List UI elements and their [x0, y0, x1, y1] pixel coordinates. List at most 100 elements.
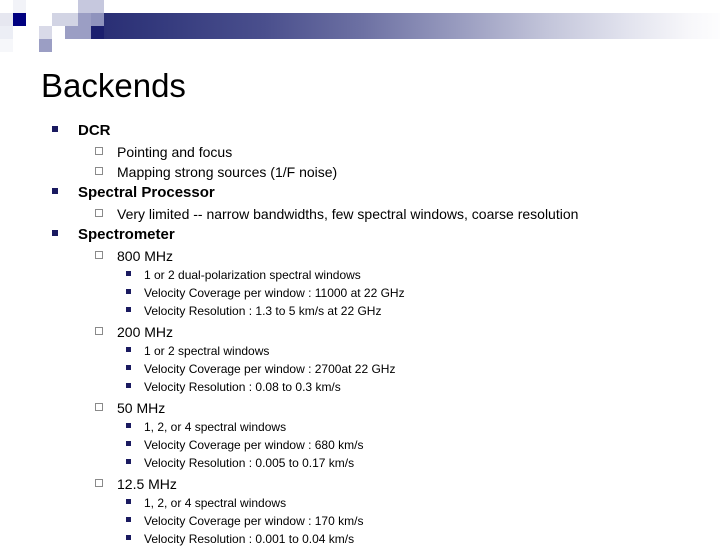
decor-square: [39, 13, 52, 26]
bullet-l3-label: 1, 2, or 4 spectral windows: [144, 496, 287, 510]
bullet-l3-label: Velocity Coverage per window : 170 km/s: [144, 514, 364, 528]
bullet-l1-spectral-processor: Spectral Processor: [0, 182, 720, 203]
decor-square: [78, 13, 91, 26]
bullet-l2-label: Pointing and focus: [117, 144, 233, 160]
spectrometer-mode-list: 800 MHz 1 or 2 dual-polarization spectral…: [0, 246, 720, 550]
bullet-square-filled-icon: [126, 436, 137, 454]
decor-square: [13, 39, 26, 52]
bullet-l3-detail: Velocity Resolution : 1.3 to 5 km/s at 2…: [0, 302, 720, 320]
decor-square: [91, 39, 104, 52]
decor-square: [65, 39, 78, 52]
decor-square: [0, 0, 13, 13]
slide-body: DCR Pointing and focus Mapping strong so…: [0, 120, 720, 550]
bullet-l3-detail: Velocity Coverage per window : 680 km/s: [0, 436, 720, 454]
bullet-l3-detail: 1 or 2 dual-polarization spectral window…: [0, 266, 720, 284]
bullet-square-filled-icon: [126, 360, 137, 378]
bullet-square-hollow-icon: [95, 474, 108, 494]
decor-square: [65, 0, 78, 13]
bullet-l3-label: Velocity Resolution : 1.3 to 5 km/s at 2…: [144, 304, 382, 318]
bullet-l3-label: Velocity Coverage per window : 2700at 22…: [144, 362, 396, 376]
bullet-square-hollow-icon: [95, 246, 108, 266]
bullet-l3-label: Velocity Resolution : 0.08 to 0.3 km/s: [144, 380, 341, 394]
bullet-l3-detail: Velocity Coverage per window : 170 km/s: [0, 512, 720, 530]
bullet-l3-detail: 1 or 2 spectral windows: [0, 342, 720, 360]
bullet-square-filled-icon: [126, 530, 137, 548]
bullet-l3-label: Velocity Coverage per window : 680 km/s: [144, 438, 364, 452]
bullet-l3-label: Velocity Coverage per window : 11000 at …: [144, 286, 405, 300]
bullet-l3-label: Velocity Resolution : 0.001 to 0.04 km/s: [144, 532, 355, 546]
decor-square: [26, 39, 39, 52]
bullet-l1-label: DCR: [78, 122, 111, 139]
bullet-l2-very-limited: Very limited -- narrow bandwidths, few s…: [0, 204, 720, 224]
decor-square: [39, 26, 52, 39]
bullet-square-hollow-icon: [95, 204, 108, 224]
bullet-l2-pointing-and-focus: Pointing and focus: [0, 142, 720, 162]
decor-square: [0, 39, 13, 52]
bullet-l1-label: Spectral Processor: [78, 184, 215, 201]
slide-header-decoration: [0, 0, 720, 52]
decor-square: [78, 26, 91, 39]
decor-square: [52, 13, 65, 26]
bullet-l3-detail: 1, 2, or 4 spectral windows: [0, 494, 720, 512]
bullet-square-hollow-icon: [95, 398, 108, 418]
decor-square: [52, 26, 65, 39]
decor-square: [52, 0, 65, 13]
decor-square: [39, 39, 52, 52]
bullet-square-filled-icon: [126, 494, 137, 512]
decor-square: [78, 39, 91, 52]
bullet-l2-label: 50 MHz: [117, 400, 166, 416]
bullet-square-filled-icon: [52, 182, 66, 203]
decor-square: [91, 26, 104, 39]
bullet-square-filled-icon: [126, 418, 137, 436]
bullet-l2-bandwidth: 800 MHz: [0, 246, 720, 266]
decor-square: [78, 0, 91, 13]
decor-square: [13, 13, 26, 26]
bullet-l3-label: 1, 2, or 4 spectral windows: [144, 420, 287, 434]
bullet-l3-detail: Velocity Coverage per window : 2700at 22…: [0, 360, 720, 378]
bullet-square-filled-icon: [126, 266, 137, 284]
decor-square: [0, 13, 13, 26]
bullet-square-hollow-icon: [95, 142, 108, 162]
slide-title: Backends: [41, 67, 186, 104]
header-gradient-bar: [104, 13, 720, 39]
decor-square: [26, 26, 39, 39]
decor-square: [26, 0, 39, 13]
bullet-square-filled-icon: [126, 284, 137, 302]
decor-square: [65, 26, 78, 39]
bullet-l2-bandwidth: 12.5 MHz: [0, 474, 720, 494]
bullet-square-filled-icon: [126, 302, 137, 320]
bullet-l3-detail: 1, 2, or 4 spectral windows: [0, 418, 720, 436]
bullet-l3-detail: Velocity Resolution : 0.001 to 0.04 km/s: [0, 530, 720, 548]
bullet-l1-dcr: DCR: [0, 120, 720, 141]
bullet-square-filled-icon: [126, 454, 137, 472]
bullet-l3-label: 1 or 2 dual-polarization spectral window…: [144, 268, 361, 282]
decor-square: [13, 26, 26, 39]
bullet-l3-detail: Velocity Resolution : 0.08 to 0.3 km/s: [0, 378, 720, 396]
bullet-l2-label: Very limited -- narrow bandwidths, few s…: [117, 206, 579, 222]
decor-square: [91, 13, 104, 26]
bullet-l3-detail: Velocity Coverage per window : 11000 at …: [0, 284, 720, 302]
bullet-square-filled-icon: [52, 224, 66, 245]
bullet-l2-bandwidth: 50 MHz: [0, 398, 720, 418]
decor-square: [13, 0, 26, 13]
bullet-l2-mapping-strong-sources: Mapping strong sources (1/F noise): [0, 162, 720, 182]
decor-square: [26, 13, 39, 26]
bullet-l3-label: 1 or 2 spectral windows: [144, 344, 270, 358]
decor-square: [39, 0, 52, 13]
bullet-square-hollow-icon: [95, 162, 108, 182]
bullet-l2-bandwidth: 200 MHz: [0, 322, 720, 342]
bullet-square-filled-icon: [52, 120, 66, 141]
bullet-l2-label: 200 MHz: [117, 324, 174, 340]
bullet-square-filled-icon: [126, 512, 137, 530]
bullet-l2-label: 12.5 MHz: [117, 476, 177, 492]
bullet-l1-label: Spectrometer: [78, 226, 175, 243]
bullet-square-hollow-icon: [95, 322, 108, 342]
bullet-l2-label: Mapping strong sources (1/F noise): [117, 164, 338, 180]
bullet-l1-spectrometer: Spectrometer: [0, 224, 720, 245]
bullet-l2-label: 800 MHz: [117, 248, 174, 264]
bullet-square-filled-icon: [126, 342, 137, 360]
bullet-square-filled-icon: [126, 378, 137, 396]
bullet-l3-detail: Velocity Resolution : 0.005 to 0.17 km/s: [0, 454, 720, 472]
decor-square: [65, 13, 78, 26]
decor-square: [52, 39, 65, 52]
